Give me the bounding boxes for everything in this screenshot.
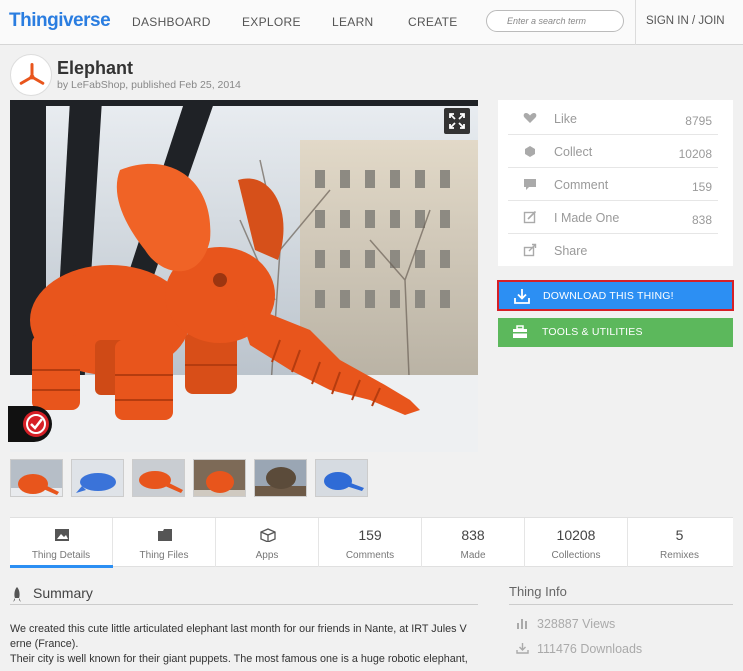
nav-dashboard[interactable]: DASHBOARD: [132, 15, 211, 29]
views-stat: 328887 Views: [516, 617, 615, 631]
collect-action[interactable]: Collect 10208: [508, 135, 718, 168]
download-icon: [516, 643, 529, 654]
comment-label: Comment: [554, 178, 609, 192]
bar-chart-icon: [517, 619, 527, 629]
thing-tabs: Thing Details Thing Files Apps 159 Comme…: [10, 517, 733, 568]
thumbnail-5[interactable]: [254, 459, 307, 497]
tab-count: 10208: [556, 527, 596, 543]
thumbnail-6[interactable]: [315, 459, 368, 497]
tools-label: TOOLS & UTILITIES: [542, 326, 643, 338]
share-label: Share: [554, 244, 588, 258]
thing-info-heading: Thing Info: [509, 584, 567, 599]
downloads-stat: 111476 Downloads: [516, 642, 642, 656]
like-action[interactable]: Like 8795: [508, 102, 718, 135]
made-one-action[interactable]: I Made One 838: [508, 201, 718, 234]
thing-byline[interactable]: by LeFabShop, published Feb 25, 2014: [57, 79, 241, 91]
download-label: DOWNLOAD THIS THING!: [543, 290, 674, 302]
tab-thing-files[interactable]: Thing Files: [113, 518, 216, 567]
designer-avatar[interactable]: [10, 54, 52, 96]
tab-label: Made: [460, 550, 486, 561]
tab-label: Thing Files: [139, 550, 189, 561]
tab-label: Thing Details: [31, 550, 91, 561]
comment-count: 159: [691, 180, 712, 194]
downloads-count: 111476 Downloads: [537, 642, 643, 656]
rocket-icon: [13, 587, 21, 602]
tab-apps[interactable]: Apps: [216, 518, 319, 567]
thumbnail-4[interactable]: [193, 459, 246, 497]
tab-count: 838: [461, 527, 485, 543]
thing-info-divider: [509, 604, 733, 605]
sign-in-join-link[interactable]: SIGN IN / JOIN: [646, 15, 725, 27]
folder-icon: [158, 529, 172, 541]
top-navbar: Thingiverse DASHBOARD EXPLORE LEARN CREA…: [0, 0, 743, 45]
toolbox-icon: [513, 325, 527, 338]
summary-divider: [10, 604, 478, 605]
nav-learn[interactable]: LEARN: [332, 15, 374, 29]
nav-explore[interactable]: EXPLORE: [242, 15, 301, 29]
summary-line: erne (France).: [10, 638, 79, 650]
active-tab-indicator: [10, 565, 113, 568]
share-action[interactable]: Share: [508, 234, 718, 267]
comment-action[interactable]: Comment 159: [508, 168, 718, 201]
views-count: 328887 Views: [537, 617, 616, 631]
download-button[interactable]: DOWNLOAD THIS THING!: [497, 280, 734, 311]
featured-badge[interactable]: [8, 406, 52, 442]
actions-panel: Like 8795 Collect 10208 Comment 159 I Ma…: [498, 100, 733, 266]
tab-remixes[interactable]: 5 Remixes: [628, 518, 731, 567]
tools-utilities-button[interactable]: TOOLS & UTILITIES: [498, 318, 733, 347]
check-badge-icon: [23, 411, 49, 437]
thumbnail-1[interactable]: [10, 459, 63, 497]
fan-logo-icon: [19, 63, 45, 85]
like-label: Like: [554, 112, 577, 126]
made-one-label: I Made One: [554, 211, 620, 225]
summary-heading: Summary: [33, 585, 93, 601]
tab-count: 5: [675, 527, 684, 543]
tab-comments[interactable]: 159 Comments: [319, 518, 422, 567]
made-one-count: 838: [691, 213, 712, 227]
nav-divider: [635, 0, 636, 45]
tab-count: 159: [358, 527, 382, 543]
made-icon: [523, 210, 537, 224]
share-icon: [523, 243, 537, 257]
tab-thing-details[interactable]: Thing Details: [10, 518, 113, 568]
collect-count: 10208: [678, 147, 712, 161]
expand-arrows-icon: [449, 113, 465, 129]
collect-icon: [525, 146, 535, 157]
tab-label: Apps: [255, 550, 279, 561]
summary-line: We created this cute little articulated …: [10, 623, 467, 635]
heart-icon: [523, 113, 537, 123]
nav-create[interactable]: CREATE: [408, 15, 458, 29]
box-icon: [260, 528, 276, 542]
thumbnail-3[interactable]: [132, 459, 185, 497]
download-icon: [514, 289, 530, 304]
tab-label: Remixes: [660, 550, 699, 561]
thumbnail-2[interactable]: [71, 459, 124, 497]
tab-made[interactable]: 838 Made: [422, 518, 525, 567]
thingiverse-logo[interactable]: Thingiverse: [9, 10, 111, 32]
tab-label: Collections: [551, 550, 601, 561]
tab-label: Comments: [345, 550, 395, 561]
fullscreen-expand-button[interactable]: [444, 108, 470, 134]
image-icon: [55, 529, 69, 541]
thing-title: Elephant: [57, 58, 134, 78]
search-input[interactable]: Enter a search term: [486, 10, 624, 32]
tab-collections[interactable]: 10208 Collections: [525, 518, 628, 567]
summary-line: Their city is well known for their giant…: [10, 653, 468, 665]
summary-text: We created this cute little articulated …: [10, 622, 478, 667]
like-count: 8795: [685, 114, 712, 128]
main-photo[interactable]: [10, 100, 478, 452]
collect-label: Collect: [554, 145, 593, 159]
comment-icon: [524, 179, 536, 190]
